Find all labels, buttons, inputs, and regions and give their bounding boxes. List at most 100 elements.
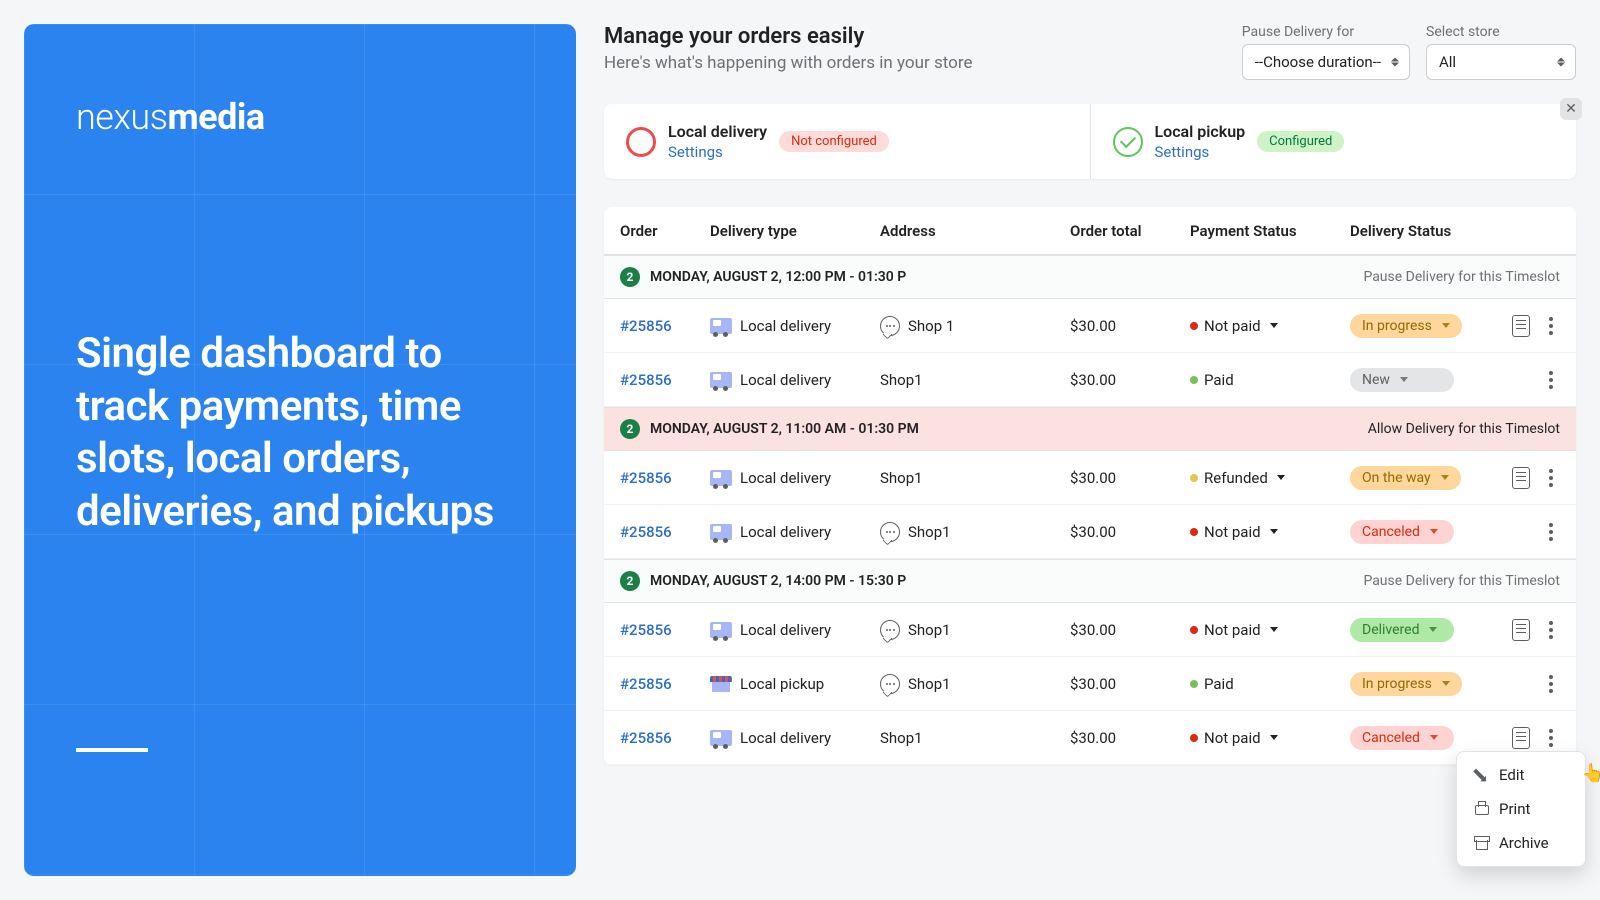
payment-status-cell[interactable]: Paid — [1190, 371, 1350, 389]
payment-status-cell[interactable]: Not paid — [1190, 729, 1350, 747]
promo-panel: nexusmedia Single dashboard to track pay… — [24, 24, 576, 876]
close-icon[interactable]: ✕ — [1560, 98, 1582, 120]
chat-bubble-icon — [880, 620, 900, 640]
document-icon[interactable] — [1512, 619, 1530, 641]
delivery-status-pill[interactable]: On the way — [1350, 466, 1461, 490]
status-dot-icon — [1190, 322, 1198, 330]
table-row: #25856 Local pickup Shop1 $30.00 Paid In… — [604, 657, 1576, 711]
config-pickup-settings-link[interactable]: Settings — [1155, 143, 1246, 161]
order-link[interactable]: #25856 — [620, 675, 672, 693]
truck-icon — [710, 372, 732, 388]
delivery-status-pill[interactable]: Delivered — [1350, 618, 1454, 642]
total-cell: $30.00 — [1070, 729, 1190, 747]
group-count-badge: 2 — [620, 419, 640, 439]
order-link[interactable]: #25856 — [620, 523, 672, 541]
delivery-status-cell: Delivered — [1350, 615, 1560, 645]
menu-item-archive[interactable]: Archive — [1457, 826, 1585, 860]
col-delivery-type: Delivery type — [710, 222, 880, 240]
menu-item-edit[interactable]: Edit — [1457, 758, 1585, 792]
order-link[interactable]: #25856 — [620, 729, 672, 747]
row-kebab-menu[interactable] — [1542, 723, 1560, 753]
timeslot-pause-action[interactable]: Pause Delivery for this Timeslot — [1363, 573, 1560, 589]
order-link[interactable]: #25856 — [620, 371, 672, 389]
accent-bar — [76, 748, 148, 752]
table-row: #25856 Local delivery Shop1 $30.00 Paid … — [604, 353, 1576, 407]
order-link[interactable]: #25856 — [620, 317, 672, 335]
pause-delivery-select[interactable]: --Choose duration-- — [1242, 44, 1410, 80]
order-link[interactable]: #25856 — [620, 469, 672, 487]
total-cell: $30.00 — [1070, 371, 1190, 389]
logo-text-bold: media — [167, 96, 264, 138]
document-icon[interactable] — [1512, 727, 1530, 749]
table-header: Order Delivery type Address Order total … — [604, 207, 1576, 255]
row-kebab-menu[interactable] — [1542, 311, 1560, 341]
timeslot-pause-action[interactable]: Pause Delivery for this Timeslot — [1363, 269, 1560, 285]
delivery-status-pill[interactable]: Canceled — [1350, 520, 1454, 544]
logo-text-thin: nexus — [76, 96, 167, 138]
brand-logo: nexusmedia — [76, 96, 524, 138]
row-kebab-menu[interactable] — [1542, 615, 1560, 645]
orders-table: Order Delivery type Address Order total … — [604, 207, 1576, 765]
truck-icon — [710, 470, 732, 486]
payment-status-cell[interactable]: Not paid — [1190, 317, 1350, 335]
row-kebab-menu[interactable] — [1542, 365, 1560, 395]
status-dot-icon — [1190, 474, 1198, 482]
delivery-status-pill[interactable]: New — [1350, 368, 1454, 392]
table-row: #25856 Local delivery Shop1 $30.00 Not p… — [604, 603, 1576, 657]
payment-status-cell[interactable]: Not paid — [1190, 523, 1350, 541]
row-kebab-menu[interactable] — [1542, 517, 1560, 547]
order-link[interactable]: #25856 — [620, 621, 672, 639]
table-row: #25856 Local delivery Shop1 $30.00 Not p… — [604, 711, 1576, 765]
group-label: MONDAY, AUGUST 2, 11:00 AM - 01:30 PM — [650, 421, 919, 437]
chat-bubble-icon — [880, 674, 900, 694]
edit-icon — [1470, 764, 1493, 787]
timeslot-pause-action[interactable]: Allow Delivery for this Timeslot — [1368, 421, 1560, 437]
group-count-badge: 2 — [620, 267, 640, 287]
local-pickup-config: Local pickup Settings Configured — [1090, 104, 1577, 179]
document-icon[interactable] — [1512, 467, 1530, 489]
address-cell: Shop1 — [880, 729, 1070, 747]
config-delivery-settings-link[interactable]: Settings — [668, 143, 767, 161]
status-dot-icon — [1190, 680, 1198, 688]
delivery-status-cell: On the way — [1350, 463, 1560, 493]
row-kebab-menu[interactable] — [1542, 669, 1560, 699]
truck-icon — [710, 318, 732, 334]
chat-bubble-icon — [880, 522, 900, 542]
row-menu: Edit Print Archive — [1456, 751, 1586, 867]
payment-status-cell[interactable]: Refunded — [1190, 469, 1350, 487]
address-cell: Shop 1 — [880, 316, 1070, 336]
not-configured-icon — [626, 127, 656, 157]
configured-icon — [1113, 127, 1143, 157]
page-title: Manage your orders easily — [604, 24, 1226, 49]
delivery-type-cell: Local delivery — [710, 317, 880, 335]
local-delivery-config: Local delivery Settings Not configured — [604, 104, 1090, 179]
pause-delivery-label: Pause Delivery for — [1242, 24, 1410, 40]
table-row: #25856 Local delivery Shop 1 $30.00 Not … — [604, 299, 1576, 353]
menu-item-print[interactable]: Print — [1457, 792, 1585, 826]
col-payment-status: Payment Status — [1190, 222, 1350, 240]
delivery-status-pill[interactable]: In progress — [1350, 314, 1462, 338]
delivery-status-cell: In progress — [1350, 311, 1560, 341]
payment-status-cell[interactable]: Not paid — [1190, 621, 1350, 639]
delivery-status-cell: Canceled — [1350, 517, 1560, 547]
table-row: #25856 Local delivery Shop1 $30.00 Refun… — [604, 451, 1576, 505]
select-caret-icon — [1391, 58, 1399, 67]
table-row: #25856 Local delivery Shop1 $30.00 Not p… — [604, 505, 1576, 559]
delivery-status-pill[interactable]: In progress — [1350, 672, 1462, 696]
delivery-type-cell: Local delivery — [710, 371, 880, 389]
col-total: Order total — [1070, 222, 1190, 240]
address-cell: Shop1 — [880, 371, 1070, 389]
col-delivery-status: Delivery Status — [1350, 222, 1560, 240]
col-address: Address — [880, 222, 1070, 240]
chat-bubble-icon — [880, 316, 900, 336]
payment-status-cell[interactable]: Paid — [1190, 675, 1350, 693]
select-store-select[interactable]: All — [1426, 44, 1576, 80]
pause-delivery-value: --Choose duration-- — [1255, 53, 1381, 71]
delivery-type-cell: Local delivery — [710, 729, 880, 747]
total-cell: $30.00 — [1070, 317, 1190, 335]
delivery-type-cell: Local delivery — [710, 621, 880, 639]
document-icon[interactable] — [1512, 315, 1530, 337]
delivery-status-cell: In progress — [1350, 669, 1560, 699]
row-kebab-menu[interactable] — [1542, 463, 1560, 493]
delivery-status-pill[interactable]: Canceled — [1350, 726, 1454, 750]
